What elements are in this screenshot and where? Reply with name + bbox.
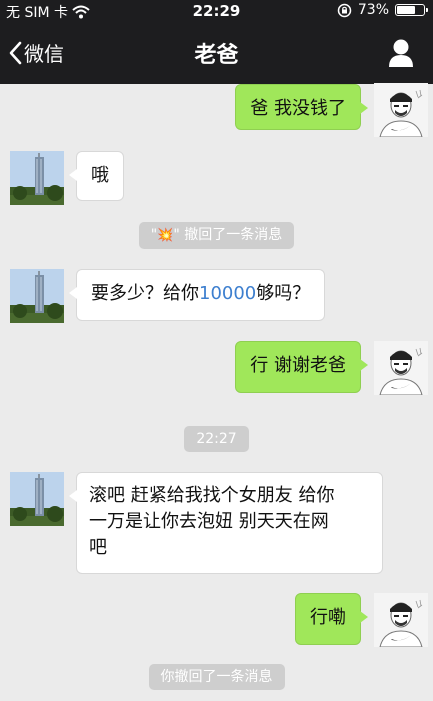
back-button[interactable]: 微信 (8, 38, 64, 67)
dad-message-bubble[interactable]: 滚吧 赶紧给我找个女朋友 给你 一万是让你去泡妞 别天天在网 吧 (69, 472, 383, 574)
battery-percent: 73% (357, 2, 389, 18)
message-text: 够吗？ (256, 283, 311, 304)
status-bar: 无 SIM 卡 22:29 73% (0, 0, 433, 22)
back-label: 微信 (24, 42, 64, 66)
notice-text: " 撤回了一条消息 (173, 227, 283, 243)
dad-avatar[interactable] (10, 472, 64, 526)
message-line: 一万是让你去泡妞 别天天在网 (89, 511, 329, 532)
dad-message-bubble[interactable]: 要多少？给你10000够吗？ (68, 269, 326, 321)
message-text: 哦 (91, 165, 109, 186)
time-separator: 22:27 (0, 426, 433, 452)
avatar-building-icon (10, 269, 64, 323)
avatar-man-icon (374, 593, 428, 647)
avatar-building-icon (10, 472, 64, 526)
chat-title: 老爸 (194, 43, 239, 68)
system-notice: 你撤回了一条消息 (0, 664, 433, 690)
timestamp: 22:27 (184, 426, 249, 452)
dad-message-bubble[interactable]: 哦 (69, 151, 124, 201)
my-message-bubble[interactable]: 爸 我没钱了 (235, 84, 368, 130)
nav-bar: 微信 老爸 (0, 22, 433, 84)
avatar-man-icon (374, 83, 428, 137)
system-notice: "💥" 撤回了一条消息 (0, 222, 433, 249)
recall-notice: 你撤回了一条消息 (148, 664, 285, 690)
chevron-left-icon (9, 41, 22, 64)
recall-notice: "💥" 撤回了一条消息 (138, 222, 295, 249)
message-text: 要多少？给你 (91, 283, 199, 304)
my-avatar[interactable] (374, 341, 428, 395)
dad-avatar[interactable] (10, 151, 64, 205)
message-line: 吧 (89, 537, 107, 558)
my-avatar[interactable] (374, 83, 428, 137)
my-message-bubble[interactable]: 行嘞 (295, 593, 368, 645)
amount-link[interactable]: 10000 (199, 283, 256, 304)
person-icon[interactable] (387, 38, 415, 68)
dad-avatar[interactable] (10, 269, 64, 323)
message-text: 行嘞 (310, 607, 346, 628)
orientation-lock-icon (337, 3, 352, 17)
explosion-emoji-icon: 💥 (157, 228, 174, 243)
chat-area[interactable]: 爸 我没钱了 哦 "💥" 撤回了一条消息 要多少？给你10000够吗？ 行 谢谢… (0, 83, 433, 701)
status-right: 73% (337, 2, 428, 18)
avatar-man-icon (374, 341, 428, 395)
battery-fill (397, 6, 415, 14)
my-avatar[interactable] (374, 593, 428, 647)
message-text: 爸 我没钱了 (250, 98, 346, 119)
message-text: 行 谢谢老爸 (250, 355, 346, 376)
battery-icon (395, 4, 428, 16)
avatar-building-icon (10, 151, 64, 205)
my-message-bubble[interactable]: 行 谢谢老爸 (235, 341, 368, 393)
message-line: 滚吧 赶紧给我找个女朋友 给你 (89, 485, 335, 506)
